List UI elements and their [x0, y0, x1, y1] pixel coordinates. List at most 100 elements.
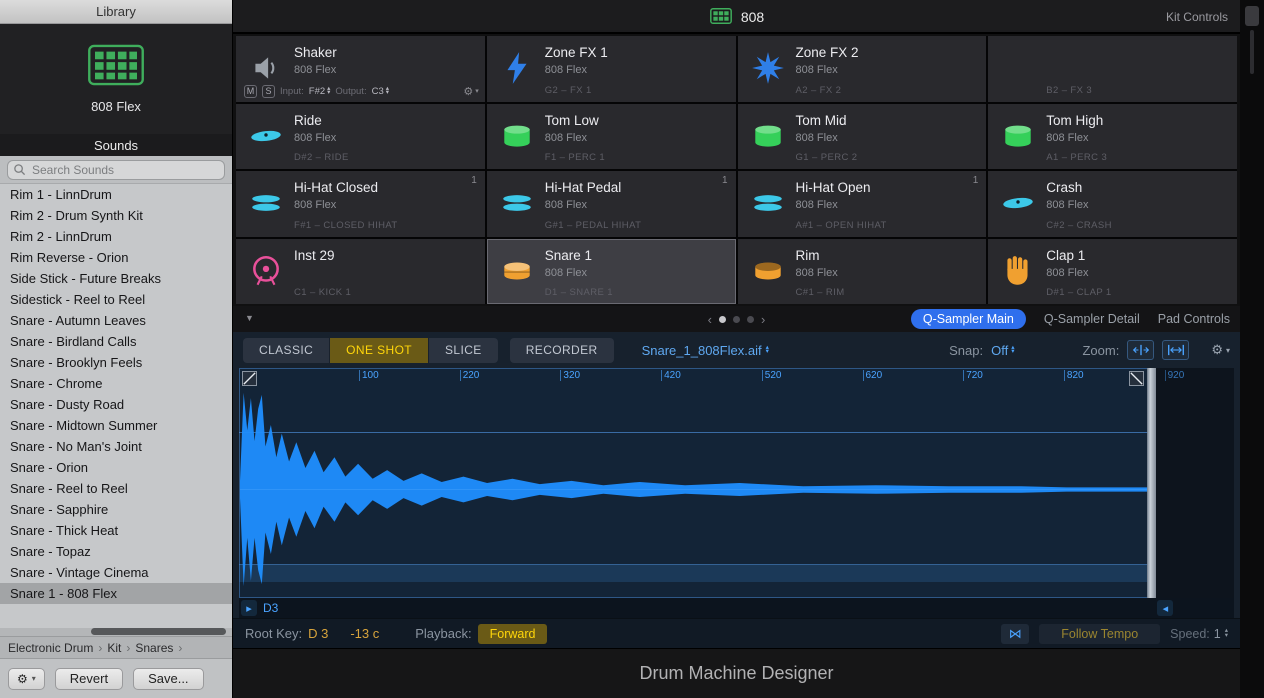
mode-slice[interactable]: SLICE	[429, 338, 498, 363]
sample-file-selector[interactable]: Snare_1_808Flex.aif ▴▾	[642, 343, 769, 358]
follow-tempo-button[interactable]: Follow Tempo	[1039, 624, 1160, 644]
drum-pad[interactable]: Hi-Hat Pedal808 Flex1G#1 – PEDAL HIHAT	[487, 171, 736, 237]
fade-out-handle[interactable]	[1129, 371, 1144, 386]
pad-subtitle: 808 Flex	[294, 64, 336, 76]
drum-pad[interactable]: Tom Mid808 FlexG1 – PERC 2	[738, 104, 987, 170]
page-dot[interactable]	[747, 316, 754, 323]
flex-icon-button[interactable]: ⋈	[1001, 624, 1029, 644]
page-prev-icon[interactable]: ‹	[708, 312, 712, 327]
list-item[interactable]: Rim Reverse - Orion	[0, 247, 232, 268]
ruler-tick: 100	[359, 370, 379, 381]
drum-pad[interactable]: Inst 29C1 – KICK 1	[236, 239, 485, 305]
output-value[interactable]: C3▴▾	[372, 86, 389, 97]
snare-icon	[499, 253, 535, 289]
tab-pad-controls[interactable]: Pad Controls	[1158, 312, 1230, 326]
pad-title: Shaker	[294, 45, 337, 60]
list-item[interactable]: Snare - Topaz	[0, 541, 232, 562]
list-item[interactable]: Snare - Dusty Road	[0, 394, 232, 415]
list-item[interactable]: Snare - Brooklyn Feels	[0, 352, 232, 373]
drum-pad[interactable]: Ride808 FlexD#2 – RIDE	[236, 104, 485, 170]
drum-pad[interactable]: B2 – FX 3	[988, 36, 1237, 102]
page-next-icon[interactable]: ›	[761, 312, 765, 327]
library-action-menu-button[interactable]: ⚙▾	[8, 668, 45, 690]
drum-pad[interactable]: Hi-Hat Open808 Flex1A#1 – OPEN HIHAT	[738, 171, 987, 237]
zoom-fit-all-button[interactable]	[1162, 340, 1189, 360]
mode-one-shot[interactable]: ONE SHOT	[330, 338, 429, 363]
breadcrumb-item[interactable]: Snares	[135, 641, 173, 655]
zoom-fit-selection-button[interactable]	[1127, 340, 1154, 360]
revert-button[interactable]: Revert	[55, 668, 123, 690]
list-item[interactable]: Snare 1 - 808 Flex	[0, 583, 232, 604]
page-dot[interactable]	[719, 316, 726, 323]
drum-pad[interactable]: Tom High808 FlexA1 – PERC 3	[988, 104, 1237, 170]
pad-settings-button[interactable]: ⚙▾	[463, 85, 478, 98]
cymbal-icon	[248, 118, 284, 154]
drum-pad[interactable]: Crash808 FlexC#2 – CRASH	[988, 171, 1237, 237]
breadcrumb-item[interactable]: Electronic Drum	[8, 641, 93, 655]
drum-pad[interactable]: Hi-Hat Closed808 Flex1F#1 – CLOSED HIHAT	[236, 171, 485, 237]
list-item[interactable]: Snare - Vintage Cinema	[0, 562, 232, 583]
list-item[interactable]: Snare - Birdland Calls	[0, 331, 232, 352]
drum-pad[interactable]: Rim808 FlexC#1 – RIM	[738, 239, 987, 305]
list-item[interactable]: Snare - Reel to Reel	[0, 478, 232, 499]
drum-pad[interactable]: Snare 1808 FlexD1 – SNARE 1	[487, 239, 736, 305]
fade-in-handle[interactable]	[242, 371, 257, 386]
scroll-left-button[interactable]: ▸	[241, 600, 257, 616]
list-item[interactable]: Rim 2 - Drum Synth Kit	[0, 205, 232, 226]
mode-recorder[interactable]: RECORDER	[510, 338, 614, 363]
scrollbar-button[interactable]	[1245, 6, 1259, 26]
page-dot[interactable]	[733, 316, 740, 323]
scrollbar-thumb[interactable]	[91, 628, 226, 635]
snap-selector[interactable]: Off ▴▾	[991, 343, 1014, 358]
pad-note: C#1 – RIM	[796, 287, 845, 298]
scrollbar-thumb[interactable]	[1250, 30, 1254, 74]
tab-q-sampler-main[interactable]: Q-Sampler Main	[911, 309, 1026, 329]
breadcrumb[interactable]: Electronic Drum›Kit›Snares›	[0, 636, 232, 658]
root-key-value[interactable]: D 3	[308, 626, 328, 641]
right-scrollbar-strip[interactable]	[1240, 0, 1264, 698]
pad-title: Crash	[1046, 180, 1082, 195]
fine-tune-value[interactable]: -13 c	[350, 626, 379, 641]
pad-note: A1 – PERC 3	[1046, 152, 1107, 163]
drum-pad[interactable]: Tom Low808 FlexF1 – PERC 1	[487, 104, 736, 170]
list-item[interactable]: Snare - No Man's Joint	[0, 436, 232, 457]
list-item[interactable]: Snare - Midtown Summer	[0, 415, 232, 436]
search-input[interactable]	[7, 160, 225, 180]
mute-button[interactable]: M	[244, 85, 257, 98]
list-item[interactable]: Rim 2 - LinnDrum	[0, 226, 232, 247]
list-item[interactable]: Snare - Orion	[0, 457, 232, 478]
sounds-header: Sounds	[0, 134, 232, 156]
mode-classic[interactable]: CLASSIC	[243, 338, 330, 363]
input-value[interactable]: F#2▴▾	[309, 86, 331, 97]
tom-icon	[499, 118, 535, 154]
playback-mode-button[interactable]: Forward	[478, 624, 548, 644]
horizontal-scrollbar[interactable]	[0, 628, 232, 636]
list-item[interactable]: Sidestick - Reel to Reel	[0, 289, 232, 310]
drum-pad[interactable]: Shaker808 Flex M S Input: F#2▴▾ Output: …	[236, 36, 485, 102]
list-item[interactable]: Snare - Sapphire	[0, 499, 232, 520]
speed-control[interactable]: Speed: 1 ▴▾	[1170, 627, 1228, 641]
tab-q-sampler-detail[interactable]: Q-Sampler Detail	[1044, 312, 1140, 326]
search-row	[0, 156, 232, 184]
gear-icon: ⚙	[1211, 342, 1223, 358]
list-item[interactable]: Snare - Autumn Leaves	[0, 310, 232, 331]
list-item[interactable]: Side Stick - Future Breaks	[0, 268, 232, 289]
drum-pad[interactable]: Zone FX 2808 FlexA2 – FX 2	[738, 36, 987, 102]
pad-count-badge: 1	[471, 175, 477, 186]
drum-pad[interactable]: Clap 1808 FlexD#1 – CLAP 1	[988, 239, 1237, 305]
waveform-panel[interactable]: 100220320420520620720820920 ▸ D3 ◂	[239, 368, 1234, 618]
list-item[interactable]: Snare - Chrome	[0, 373, 232, 394]
kit-controls-button[interactable]: Kit Controls	[1166, 0, 1228, 34]
solo-button[interactable]: S	[262, 85, 275, 98]
library-actions: ⚙▾ Revert Save...	[0, 658, 232, 698]
scroll-right-button[interactable]: ◂	[1157, 600, 1173, 616]
save-button[interactable]: Save...	[133, 668, 203, 690]
ruler-tick: 620	[863, 370, 883, 381]
pad-subtitle: 808 Flex	[545, 199, 587, 211]
breadcrumb-item[interactable]: Kit	[107, 641, 121, 655]
list-item[interactable]: Rim 1 - LinnDrum	[0, 184, 232, 205]
list-item[interactable]: Snare - Thick Heat	[0, 520, 232, 541]
drum-pad[interactable]: Zone FX 1808 FlexG2 – FX 1	[487, 36, 736, 102]
sample-end-marker[interactable]	[1147, 368, 1156, 598]
sampler-settings-button[interactable]: ⚙▾	[1211, 342, 1230, 358]
